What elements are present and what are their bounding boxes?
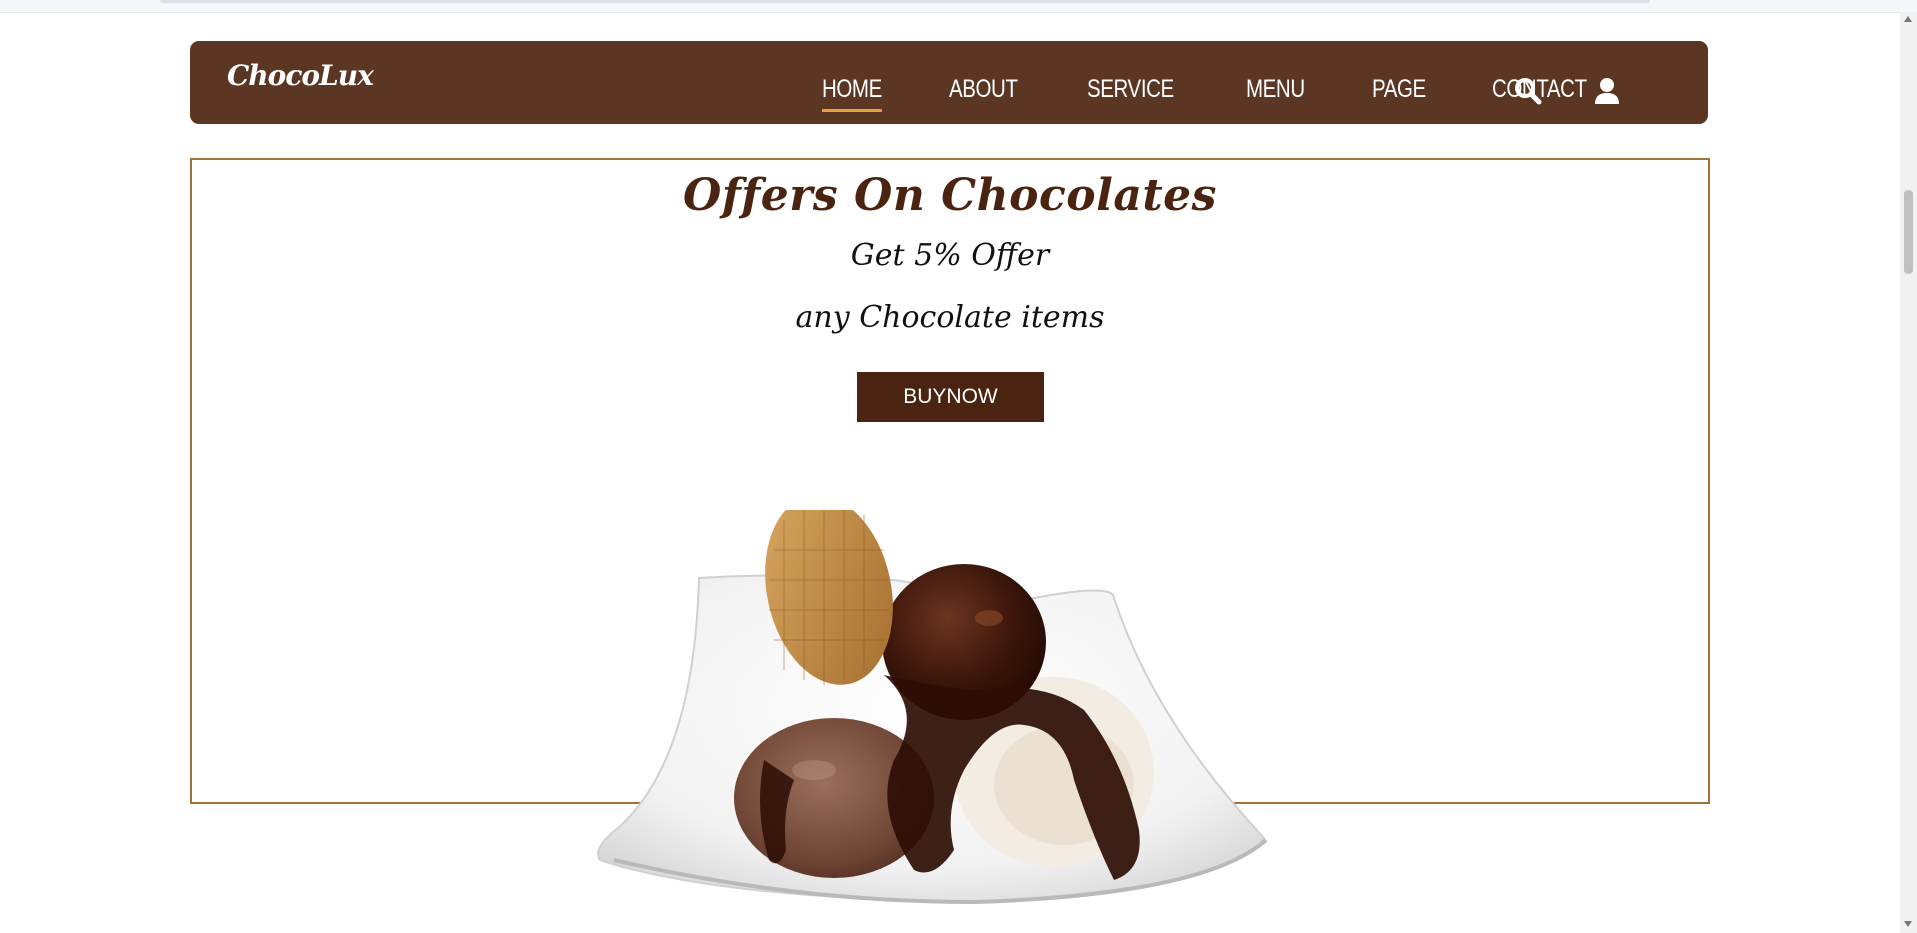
- nav-item-page[interactable]: PAGE: [1372, 75, 1426, 104]
- search-icon[interactable]: [1513, 76, 1543, 106]
- nav-item-service[interactable]: SERVICE: [1087, 75, 1174, 104]
- page-scrollbar[interactable]: [1900, 12, 1917, 933]
- nav-item-about[interactable]: ABOUT: [949, 75, 1018, 104]
- top-strip-edge: [160, 0, 1650, 3]
- banner-items-text: any Chocolate items: [795, 300, 1105, 335]
- navbar: ChocoLux HOME ABOUT SERVICE MENU PAGE CO…: [190, 41, 1708, 124]
- ice-cream-sundae-image: [597, 510, 1268, 905]
- nav-item-home[interactable]: HOME: [822, 75, 882, 112]
- user-icon[interactable]: [1592, 76, 1622, 106]
- nav-item-menu[interactable]: MENU: [1246, 75, 1305, 104]
- scroll-down-icon[interactable]: [1904, 921, 1912, 927]
- scroll-thumb[interactable]: [1904, 190, 1913, 274]
- browser-top-strip: [0, 0, 1917, 13]
- banner-offer-text: Get 5% Offer: [850, 238, 1050, 273]
- site-logo[interactable]: ChocoLux: [227, 59, 374, 92]
- scroll-up-icon[interactable]: [1904, 16, 1912, 22]
- banner-title: Offers On Chocolates: [683, 170, 1217, 221]
- buy-now-button[interactable]: BUYNOW: [857, 372, 1044, 422]
